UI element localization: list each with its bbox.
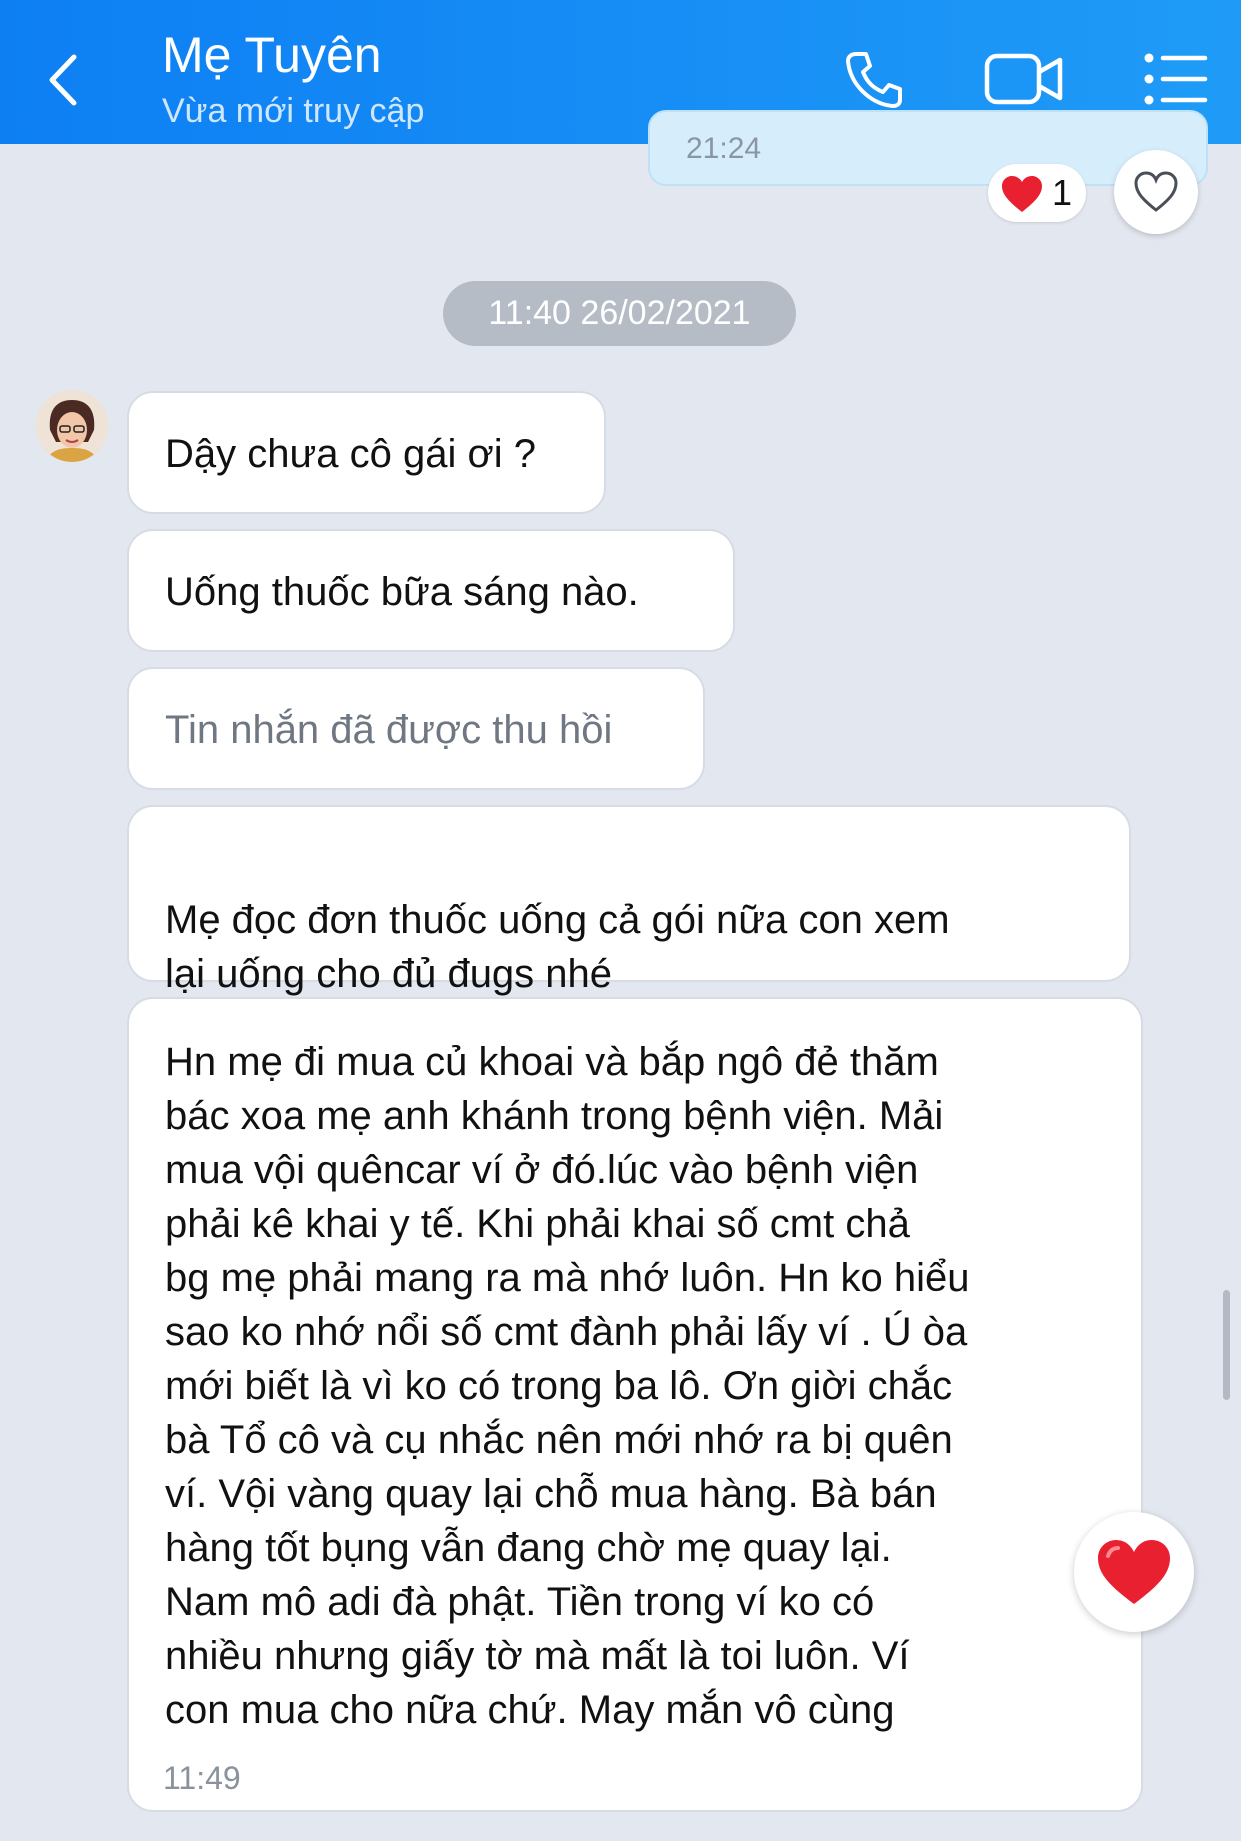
recalled-message-text: Tin nhắn đã được thu hồi — [165, 708, 613, 752]
menu-list-icon[interactable] — [1143, 52, 1209, 106]
heart-icon — [1002, 176, 1042, 212]
scrollbar[interactable] — [1223, 1290, 1230, 1400]
contact-name[interactable]: Mẹ Tuyên — [162, 26, 382, 84]
message-text: Mẹ đọc đơn thuốc uống cả gói nữa con xem… — [165, 898, 950, 996]
video-call-icon[interactable] — [984, 50, 1064, 110]
message-time: 11:49 — [163, 1760, 241, 1796]
avatar-image — [36, 390, 108, 462]
date-separator: 11:40 26/02/2021 — [443, 281, 796, 346]
recalled-message-bubble[interactable]: Tin nhắn đã được thu hồi — [127, 667, 705, 790]
avatar[interactable] — [36, 390, 108, 462]
phone-icon[interactable] — [842, 48, 906, 112]
add-reaction-button[interactable] — [1114, 150, 1198, 234]
reaction-count: 1 — [1052, 172, 1073, 213]
contact-status: Vừa mới truy cập — [162, 92, 425, 130]
reaction-count-badge[interactable]: 1 — [988, 164, 1086, 222]
heart-icon — [1098, 1540, 1170, 1604]
message-time: 21:24 — [686, 132, 762, 165]
incoming-message-bubble[interactable]: Uống thuốc bữa sáng nào. — [127, 529, 735, 652]
message-text: Dậy chưa cô gái ơi ? — [165, 432, 536, 476]
message-text: Hn mẹ đi mua củ khoai và bắp ngô đẻ thăm… — [165, 1040, 970, 1732]
heart-outline-icon — [1134, 171, 1178, 212]
message-text: Uống thuốc bữa sáng nào. — [165, 570, 639, 614]
incoming-message-bubble[interactable]: Dậy chưa cô gái ơi ? — [127, 391, 606, 514]
incoming-message-bubble[interactable]: Mẹ đọc đơn thuốc uống cả gói nữa con xem… — [127, 805, 1131, 996]
heart-reaction-button[interactable] — [1074, 1512, 1194, 1632]
back-chevron-icon[interactable] — [40, 45, 90, 115]
incoming-message-bubble[interactable]: Hn mẹ đi mua củ khoai và bắp ngô đẻ thăm… — [127, 997, 1143, 1812]
